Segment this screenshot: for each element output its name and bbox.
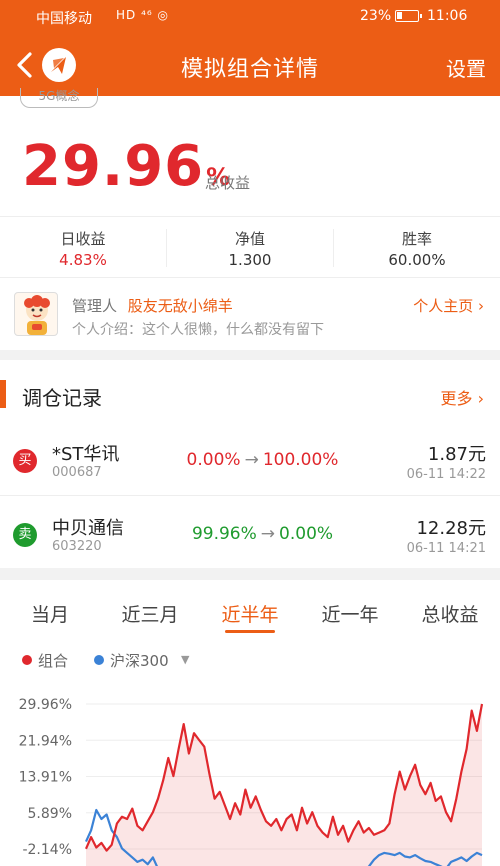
stat-win-rate: 胜率 60.00% xyxy=(334,217,500,279)
total-return-label: 总收益 xyxy=(205,174,251,192)
active-tab-indicator xyxy=(225,630,275,633)
page-title: 模拟组合详情 xyxy=(180,57,319,82)
arrow-right-icon: → xyxy=(260,524,276,544)
position-from: 0.00% xyxy=(186,450,241,470)
legend-label: 沪深300 xyxy=(110,652,169,670)
total-return: 29.96% xyxy=(22,134,231,199)
nav-bar: 模拟组合详情 设置 xyxy=(0,34,500,96)
legend-label: 组合 xyxy=(38,652,69,670)
portfolio-summary-card: 5G概念 29.96% 总收益 日收益 4.83% 净值 1.300 胜率 60… xyxy=(0,88,500,350)
triangle-down-icon[interactable]: ▼ xyxy=(181,653,189,666)
y-tick-label: 21.94% xyxy=(19,733,72,749)
trade-history-card: 调仓记录 更多 › 买 *ST华讯 000687 0.00% → 100.00% 1… xyxy=(0,360,500,568)
section-accent-bar xyxy=(0,380,6,408)
carrier-label: 中国移动 xyxy=(36,11,92,27)
performance-chart-card: 当月 近三月 近半年 近一年 总收益 组合 沪深300 ▼ 29.96% 21.9… xyxy=(0,580,500,866)
stat-value: 60.00% xyxy=(388,251,446,269)
stat-label: 胜率 xyxy=(401,230,432,248)
buy-badge-icon: 买 xyxy=(13,449,37,473)
y-tick-label: 5.89% xyxy=(28,806,72,822)
position-to: 100.00% xyxy=(262,450,339,470)
trade-row[interactable]: 卖 中贝通信 603220 99.96% → 0.00% 12.28元 06-11 … xyxy=(0,496,500,570)
trade-price: 12.28元 xyxy=(416,518,486,539)
stat-net-value: 净值 1.300 xyxy=(167,217,333,279)
battery-percent: 23% xyxy=(360,8,392,24)
sheep-avatar-icon xyxy=(24,295,50,335)
stock-name: 中贝通信 xyxy=(52,518,124,539)
y-tick-label: -2.14% xyxy=(22,842,72,858)
stats-row: 日收益 4.83% 净值 1.300 胜率 60.00% xyxy=(0,216,500,278)
trade-row[interactable]: 买 *ST华讯 000687 0.00% → 100.00% 1.87元 06-11… xyxy=(0,422,500,496)
total-return-value: 29.96 xyxy=(22,134,205,199)
tab-month[interactable]: 当月 xyxy=(0,600,100,627)
stat-label: 净值 xyxy=(234,230,265,248)
clock: 11:06 xyxy=(427,8,468,24)
position-to: 0.00% xyxy=(279,524,334,544)
y-tick-label: 13.91% xyxy=(19,770,72,786)
legend-dot-icon xyxy=(22,655,32,665)
settings-button[interactable]: 设置 xyxy=(446,53,486,82)
section-title: 调仓记录 xyxy=(22,386,102,410)
sell-badge-icon: 卖 xyxy=(13,523,37,547)
stat-daily-return: 日收益 4.83% xyxy=(0,217,166,279)
manager-intro: 个人介绍：这个人很懒，什么都没有留下 xyxy=(72,322,324,338)
stat-value: 1.300 xyxy=(228,251,272,269)
tab-three-months[interactable]: 近三月 xyxy=(100,600,200,627)
position-from: 99.96% xyxy=(191,524,257,544)
concept-tag[interactable]: 5G概念 xyxy=(20,88,98,108)
tab-one-year[interactable]: 近一年 xyxy=(300,600,400,627)
legend-portfolio[interactable]: 组合 xyxy=(22,650,68,671)
trade-time: 06-11 14:21 xyxy=(406,541,486,556)
arrow-right-icon: → xyxy=(244,450,259,470)
manager-line: 管理人 股友无敌小绵羊 xyxy=(72,295,233,316)
tab-total-return[interactable]: 总收益 xyxy=(400,600,500,627)
trade-price: 1.87元 xyxy=(427,444,486,465)
position-change: 99.96% → 0.00% xyxy=(150,524,375,544)
battery-icon xyxy=(395,10,422,22)
more-trades-link[interactable]: 更多 › xyxy=(441,385,485,409)
stat-label: 日收益 xyxy=(60,230,106,248)
homepage-link[interactable]: 个人主页 › xyxy=(413,295,484,316)
legend-dot-icon xyxy=(94,655,104,665)
line-chart: 29.96% 21.94% 13.91% 5.89% -2.14% xyxy=(19,697,484,866)
status-bar: 中国移动 HD ⁴⁶ ◎ 23% 11:06 xyxy=(0,0,500,34)
stock-name: *ST华讯 xyxy=(52,444,120,465)
stock-code: 603220 xyxy=(52,539,102,554)
portfolio-area xyxy=(86,704,482,866)
legend-index[interactable]: 沪深300 xyxy=(94,650,169,671)
stock-code: 000687 xyxy=(52,465,102,480)
manager-name-link[interactable]: 股友无敌小绵羊 xyxy=(128,297,233,315)
manager-role-label: 管理人 xyxy=(72,297,118,315)
y-tick-label: 29.96% xyxy=(19,697,72,713)
position-change: 0.00% → 100.00% xyxy=(150,450,375,470)
avatar[interactable] xyxy=(14,292,58,336)
trade-time: 06-11 14:22 xyxy=(406,467,486,482)
network-status-icons: HD ⁴⁶ ◎ xyxy=(116,8,169,22)
stat-value: 4.83% xyxy=(59,251,107,269)
tab-half-year[interactable]: 近半年 xyxy=(200,600,300,627)
